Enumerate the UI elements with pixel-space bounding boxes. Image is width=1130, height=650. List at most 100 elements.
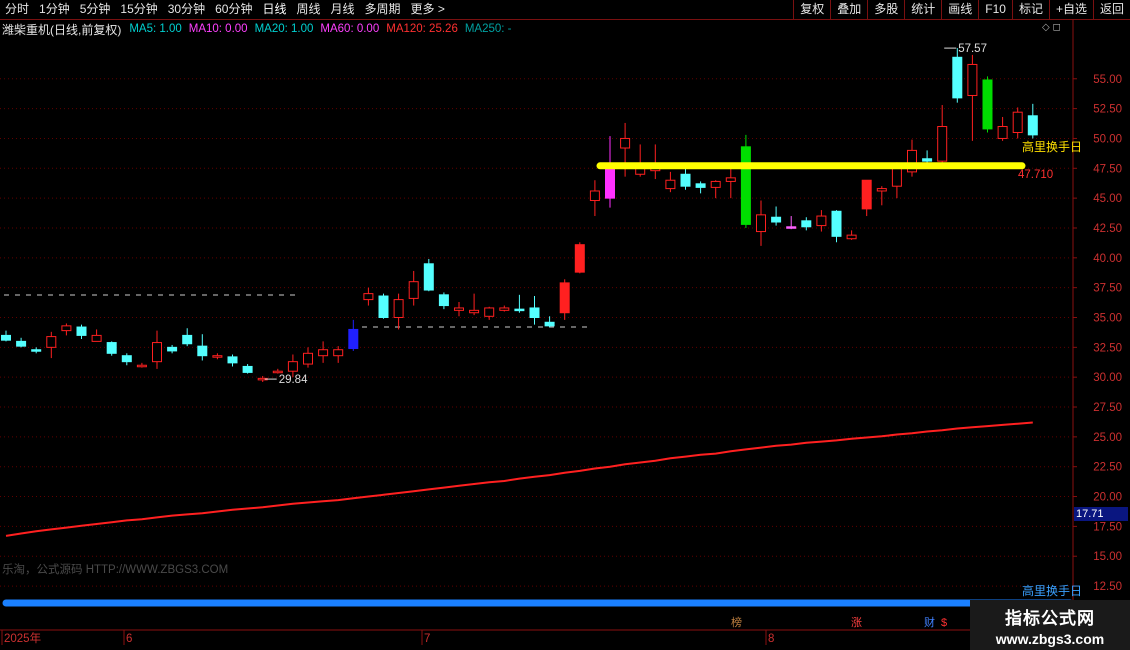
candle-body xyxy=(167,346,178,352)
event-marker: $ xyxy=(941,617,947,629)
candle-body xyxy=(559,282,570,314)
candle-body xyxy=(46,336,57,348)
candle-body xyxy=(363,293,374,301)
y-tick-label: 30.00 xyxy=(1093,372,1122,384)
candle-body xyxy=(76,326,87,336)
candle-body xyxy=(680,173,691,187)
watermark-text: 乐淘，公式源码 HTTP://WWW.ZBGS3.COM xyxy=(2,564,229,576)
candle-body xyxy=(333,349,344,357)
candle-body xyxy=(967,63,978,96)
candle-body xyxy=(982,79,993,130)
candle-body xyxy=(499,307,510,311)
candle-body xyxy=(484,307,495,317)
candle-body xyxy=(348,328,359,350)
candle-body xyxy=(182,334,193,345)
candle-body xyxy=(91,334,102,342)
candle-body xyxy=(937,126,948,162)
candle-body xyxy=(710,180,721,188)
y-tick-label: 22.50 xyxy=(1093,462,1122,474)
candle-body xyxy=(378,295,389,318)
candle-body xyxy=(786,226,797,229)
candle-body xyxy=(544,321,555,327)
y-tick-label: 25.00 xyxy=(1093,432,1122,444)
y-tick-label: 17.50 xyxy=(1093,521,1122,533)
y-tick-label: 42.50 xyxy=(1093,223,1122,235)
ma120-line xyxy=(5,421,1033,537)
x-tick-label: 7 xyxy=(424,633,430,645)
candle-body xyxy=(574,244,585,273)
candle-body xyxy=(227,356,238,364)
y-tick-label: 52.50 xyxy=(1093,104,1122,116)
candle-body xyxy=(61,325,72,332)
y-tick-label: 32.50 xyxy=(1093,342,1122,354)
y-tick-label: 40.00 xyxy=(1093,253,1122,265)
candle-body xyxy=(514,308,525,312)
candle-body xyxy=(997,126,1008,139)
candle-body xyxy=(212,355,223,358)
candle-body xyxy=(665,179,676,190)
candle-body xyxy=(408,281,419,299)
candle-body xyxy=(16,340,27,347)
current-price-tag: 17.71 xyxy=(1074,507,1128,521)
candle-body xyxy=(605,164,615,199)
low-label: 29.84 xyxy=(279,374,308,386)
candle-body xyxy=(438,294,449,307)
y-tick-label: 20.00 xyxy=(1093,492,1122,504)
candle-body xyxy=(106,342,117,354)
y-tick-label: 15.00 xyxy=(1093,551,1122,563)
candle-body xyxy=(1012,111,1023,133)
candle-body xyxy=(891,167,902,187)
candle-body xyxy=(861,179,872,210)
event-marker: 涨 xyxy=(851,616,862,629)
candle-body xyxy=(529,307,540,318)
candlestick-chart[interactable]: 12.50 15.00 17.50 20.00 22.50 25.00 27.50 30.00… xyxy=(0,0,1130,650)
candle-body xyxy=(771,216,782,223)
candle-body xyxy=(469,309,480,314)
candle-body xyxy=(197,345,208,357)
x-tick-label: 8 xyxy=(768,633,774,645)
candle-body xyxy=(620,137,631,149)
y-tick-label: 35.00 xyxy=(1093,313,1122,325)
y-tick-label: 45.00 xyxy=(1093,193,1122,205)
candle-body xyxy=(801,220,812,228)
candle-body xyxy=(121,355,132,363)
y-tick-label: 47.50 xyxy=(1093,163,1122,175)
y-tick-label: 12.50 xyxy=(1093,581,1122,593)
candle-body xyxy=(152,342,162,363)
x-tick-label: 2025年 xyxy=(4,631,41,645)
event-marker: 财 xyxy=(924,615,935,629)
yellow-line-value: 47.710 xyxy=(1018,169,1053,181)
logo-title: 指标公式网 xyxy=(1005,609,1095,628)
candle-body xyxy=(423,263,434,291)
blue-line-label: 高里换手日 xyxy=(1022,584,1083,598)
yellow-line-label: 高里换手日 xyxy=(1022,140,1083,154)
candle-body xyxy=(1,334,11,341)
candle-body xyxy=(816,215,827,227)
candle-body xyxy=(756,214,766,233)
y-tick-label: 27.50 xyxy=(1093,402,1122,414)
candle-body xyxy=(876,188,887,192)
candle-body xyxy=(136,364,147,368)
candle-body xyxy=(318,349,329,357)
high-label: 57.57 xyxy=(958,43,987,55)
candle-body xyxy=(393,299,404,318)
candle-body xyxy=(922,158,933,162)
y-tick-label: 50.00 xyxy=(1093,133,1122,145)
candle-body xyxy=(831,210,842,237)
y-tick-label: 55.00 xyxy=(1093,74,1122,86)
candle-body xyxy=(1027,115,1038,136)
x-tick-label: 6 xyxy=(126,633,132,645)
candle-body xyxy=(952,56,963,99)
candle-body xyxy=(846,234,857,240)
candle-body xyxy=(740,146,751,225)
candle-body xyxy=(31,349,42,352)
candle-body xyxy=(287,361,298,372)
candle-body xyxy=(272,370,283,374)
y-tick-label: 37.50 xyxy=(1093,283,1122,295)
candle-body xyxy=(242,365,253,373)
candle-body xyxy=(303,352,313,365)
candle-body xyxy=(589,190,600,202)
candle-body xyxy=(725,177,736,182)
candle-body xyxy=(454,307,464,311)
event-marker: 榜 xyxy=(731,615,742,629)
